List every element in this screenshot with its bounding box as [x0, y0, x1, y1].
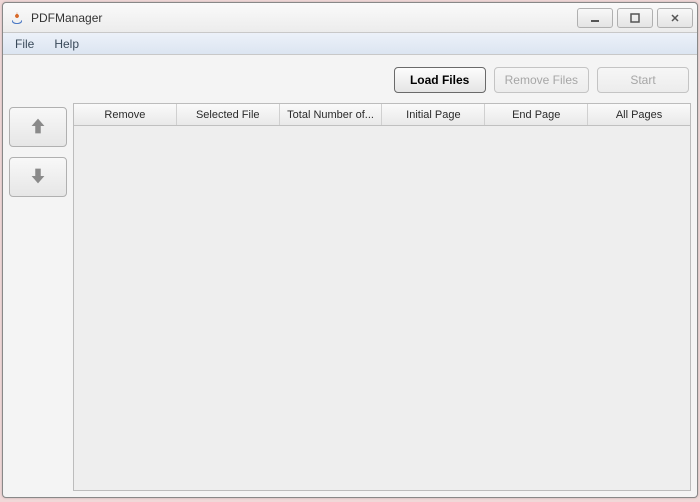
col-total-pages[interactable]: Total Number of...	[280, 104, 383, 125]
toolbar: Load Files Remove Files Start	[9, 61, 691, 103]
table-header: Remove Selected File Total Number of... …	[74, 104, 690, 126]
menu-file[interactable]: File	[7, 35, 42, 53]
maximize-button[interactable]	[617, 8, 653, 28]
move-down-button[interactable]	[9, 157, 67, 197]
window-title: PDFManager	[31, 11, 577, 25]
minimize-button[interactable]	[577, 8, 613, 28]
menubar: File Help	[3, 33, 697, 55]
file-table: Remove Selected File Total Number of... …	[73, 103, 691, 491]
col-selected-file[interactable]: Selected File	[177, 104, 280, 125]
main-area: Remove Selected File Total Number of... …	[9, 103, 691, 491]
remove-files-button[interactable]: Remove Files	[494, 67, 589, 93]
move-up-button[interactable]	[9, 107, 67, 147]
titlebar: PDFManager	[3, 3, 697, 33]
col-initial-page[interactable]: Initial Page	[382, 104, 485, 125]
table-body	[74, 126, 690, 490]
load-files-button[interactable]: Load Files	[394, 67, 486, 93]
window: PDFManager File Help Load Files Remove F…	[2, 2, 698, 498]
col-end-page[interactable]: End Page	[485, 104, 588, 125]
content-area: Load Files Remove Files Start	[3, 55, 697, 497]
col-remove[interactable]: Remove	[74, 104, 177, 125]
reorder-buttons	[9, 103, 67, 491]
java-app-icon	[9, 10, 25, 26]
start-button[interactable]: Start	[597, 67, 689, 93]
window-controls	[577, 8, 693, 28]
close-button[interactable]	[657, 8, 693, 28]
col-all-pages[interactable]: All Pages	[588, 104, 690, 125]
arrow-down-icon	[27, 165, 49, 190]
menu-help[interactable]: Help	[46, 35, 87, 53]
arrow-up-icon	[27, 115, 49, 140]
